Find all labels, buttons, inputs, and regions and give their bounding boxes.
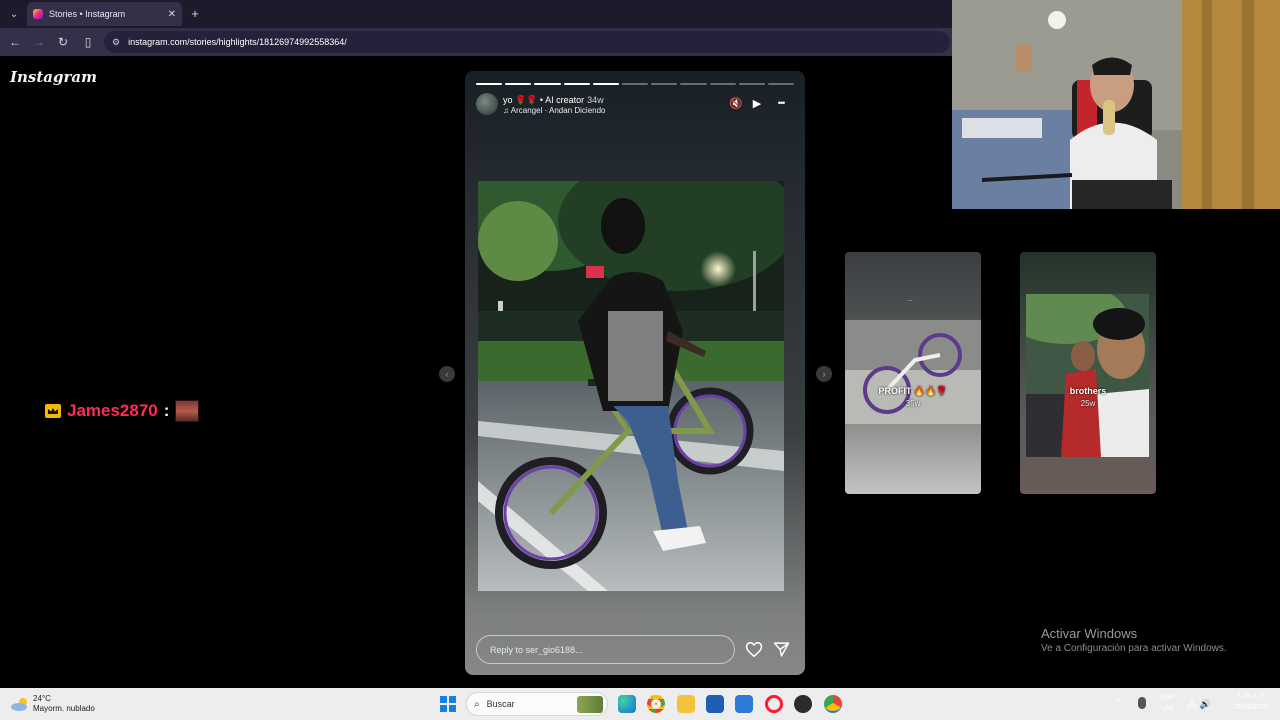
heart-icon[interactable] [745,641,763,658]
progress-segment [767,83,795,85]
preview-name: brothers [1069,386,1107,396]
clock-date[interactable]: 25/08/2026 [1226,704,1268,711]
next-story-arrow[interactable]: › [816,366,832,382]
instagram-logo[interactable]: Instagram [10,68,97,86]
progress-segment [680,83,707,85]
progress-segment [709,83,736,85]
story-photo-illustration [478,181,784,591]
chrome-active-icon[interactable] [824,695,842,713]
story-username[interactable]: yo 🌹🌹 • AI creator [503,95,584,105]
progress-segment [563,83,590,85]
reload-button[interactable]: ↻ [55,34,71,50]
streamer-webcam [952,0,1280,209]
weather-description[interactable]: Mayorm. nublado [33,704,95,713]
activate-windows-title: Activar Windows [1041,626,1138,641]
story-music-label[interactable]: ♫ Arcangel · Andan Diciendo [503,106,606,115]
microsoft-store-icon[interactable] [706,695,724,713]
back-button[interactable]: ← [7,34,23,50]
story-age: 34w [587,95,604,105]
keyboard-layout-indicator[interactable]: LAA [1161,705,1174,712]
search-placeholder: Buscar [486,699,515,709]
edge-browser-icon[interactable] [618,695,636,713]
network-volume-icons[interactable]: 🖧 🔊 [1187,697,1211,713]
site-info-icon[interactable]: ⚙ [112,37,120,48]
microphone-icon[interactable] [1138,697,1146,709]
preview-age: 25w [1080,399,1096,408]
chat-username: James2870 [67,401,158,420]
chrome-browser-icon[interactable] [647,695,665,713]
search-highlight-image [577,696,603,713]
progress-segment [505,83,532,85]
cloud-weather-icon[interactable] [10,696,30,712]
app-icon[interactable] [794,695,812,713]
preview-thumbnail-image [845,320,981,424]
progress-segment [651,83,678,85]
send-icon[interactable] [773,641,790,658]
chat-separator: : [163,401,170,420]
progress-segment [476,83,503,85]
activate-windows-subtitle: Ve a Configuración para activar Windows. [1041,643,1227,654]
file-explorer-icon[interactable] [677,695,695,713]
taskbar-search-box[interactable]: ⌕ Buscar [466,692,608,716]
crown-icon [45,404,61,418]
story-avatar[interactable] [476,93,498,115]
search-icon: ⌕ [474,698,480,710]
tab-close-icon[interactable]: ✕ [168,9,176,20]
progress-segment [621,83,649,85]
preview-age: 35w [905,399,921,408]
tab-title: Stories • Instagram [49,9,126,19]
chat-emote-icon [175,400,200,422]
browser-tab[interactable]: Stories • Instagram ✕ [27,2,182,26]
windows-taskbar [0,688,1280,720]
play-icon[interactable]: ▶ [750,96,764,110]
opera-icon[interactable] [765,695,783,713]
reply-input[interactable] [476,635,735,664]
preview-thumbnail-image [1026,294,1149,457]
weather-temperature[interactable]: 24°C [33,694,51,703]
url-field[interactable]: ⚙ instagram.com/stories/highlights/18126… [104,31,950,53]
mute-icon[interactable]: 🔇 [728,96,744,110]
new-tab-button[interactable]: + [188,5,202,21]
more-options-icon[interactable]: ••• [771,96,791,110]
url-text: instagram.com/stories/highlights/1812697… [128,37,347,47]
progress-segment [738,83,765,85]
language-indicator[interactable]: ESP [1161,694,1175,701]
preview-avatar-ring: ... [907,296,913,303]
webcam-video-frame [952,0,1280,209]
progress-segment [592,83,619,85]
instagram-favicon-icon [33,9,43,19]
tray-overflow-chevron-icon[interactable]: ^ [1117,697,1121,707]
progress-segment [534,83,561,85]
forward-button[interactable]: → [31,34,47,50]
outlook-icon[interactable] [735,695,753,713]
story-image [478,181,784,591]
windows-start-button[interactable] [440,696,456,712]
chat-message: James2870 : [45,398,200,424]
split-view-button[interactable]: ▯ [80,34,96,50]
clock-time[interactable]: 7:39 p. m. [1226,693,1268,700]
preview-name: PROFIT 🔥🔥🌹 [878,386,948,396]
story-header: yo 🌹🌹 • AI creator 34w [503,95,604,106]
previous-story-arrow[interactable]: ‹ [439,366,455,382]
tab-search-dropdown-icon[interactable]: ⌄ [6,6,22,22]
highlight-preview-brothers[interactable]: brothers 25w [1020,252,1156,494]
story-progress-bar [476,83,795,85]
highlight-preview-profit[interactable]: ... PROFIT 🔥🔥🌹 35w [845,252,981,494]
